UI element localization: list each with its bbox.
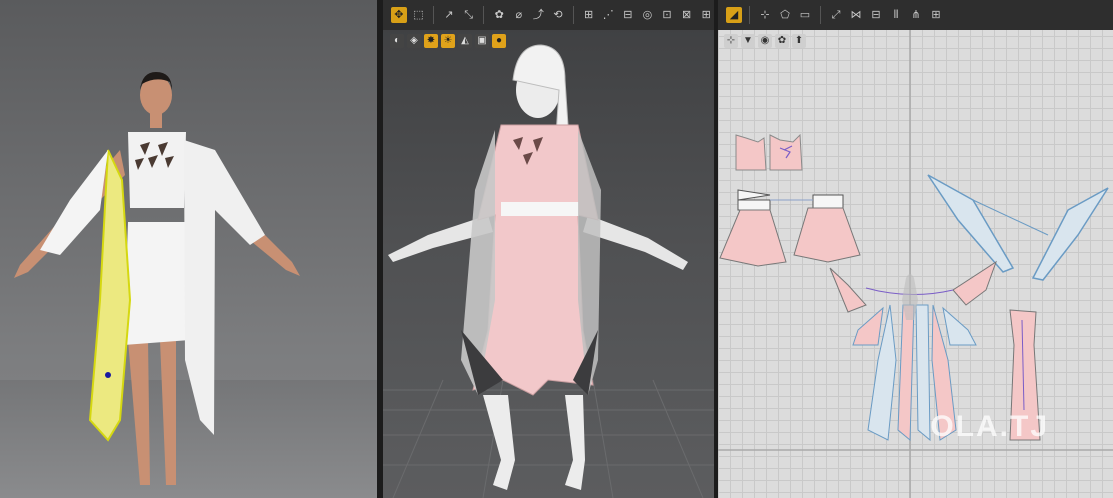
camera-icon[interactable]: ◭	[458, 34, 472, 48]
tack-icon[interactable]: ✿	[491, 7, 507, 23]
garment-waistband	[501, 202, 579, 216]
render-icon[interactable]: ▣	[475, 34, 489, 48]
rectangle-icon[interactable]: ▭	[797, 7, 813, 23]
edit-point-icon[interactable]: ↗	[441, 7, 457, 23]
segment-sewing-icon[interactable]: ⊞	[581, 7, 597, 23]
pattern-piece-yoke[interactable]	[952, 260, 997, 306]
pattern-piece-bodice-front[interactable]	[735, 134, 767, 171]
trace-icon[interactable]: ⊞	[928, 7, 944, 23]
polygon-icon[interactable]: ⬠	[777, 7, 793, 23]
render-scene	[0, 72, 377, 498]
pattern-piece-skirt-front[interactable]	[719, 209, 787, 267]
pattern-piece-yoke[interactable]	[829, 267, 867, 313]
measure-icon[interactable]: ⊠	[679, 7, 695, 23]
pattern-piece-waistband[interactable]	[737, 199, 771, 211]
subbar-2d: ⊹ ▼ ◉ ✿ ⬆	[724, 32, 806, 50]
edit-pattern-icon[interactable]: ⊹	[757, 7, 773, 23]
lock-icon[interactable]: ✿	[775, 34, 789, 48]
pattern-piece-panel[interactable]	[852, 306, 884, 346]
fit-icon[interactable]: ⊞	[698, 7, 714, 23]
select-pattern-icon[interactable]: ◢	[726, 7, 742, 23]
pin-box-icon[interactable]: ◎	[640, 7, 656, 23]
grid-icon[interactable]: ⊹	[724, 34, 738, 48]
free-sew-icon[interactable]: ⋔	[908, 7, 924, 23]
pattern-piece-skirt-back[interactable]	[793, 207, 861, 263]
floor	[0, 380, 377, 498]
toolbar-2d: ◢ ⊹ ⬠ ▭ ⤢ ⋈ ⊟ ⦀ ⋔ ⊞	[718, 0, 1113, 30]
check-sewing-icon[interactable]: ⊟	[620, 7, 636, 23]
dart-icon[interactable]: ⋈	[848, 7, 864, 23]
transform-icon[interactable]: ⬚	[411, 7, 427, 23]
select-move-icon[interactable]: ✥	[391, 7, 407, 23]
toolbar-3d: ✥ ⬚ ↗ ⤡ ✿ ⌀ ⤴ ⟲ ⊞ ⋰ ⊟ ◎ ⊡ ⊠ ⊞	[383, 0, 714, 30]
texture-icon[interactable]: ◉	[758, 34, 772, 48]
avatar-3d-panel[interactable]	[383, 0, 714, 498]
internal-line-icon[interactable]: ⤢	[828, 7, 844, 23]
simulate-icon[interactable]: ⟲	[550, 7, 566, 23]
garment-top	[128, 132, 186, 208]
settings-icon[interactable]: ●	[492, 34, 506, 48]
pin-icon[interactable]: ⌀	[511, 7, 527, 23]
sewing-view-icon[interactable]: ⬆	[792, 34, 806, 48]
view-avatar-icon[interactable]: ◐	[390, 34, 404, 48]
pattern-piece-waistband[interactable]	[812, 194, 844, 209]
subbar-3d: ◐ ◈ ✸ ☀ ◭ ▣ ●	[390, 32, 506, 50]
avatar-scene	[383, 44, 714, 498]
render-preview-panel[interactable]	[0, 0, 377, 498]
watermark-text: OLA.TJ	[930, 410, 1049, 443]
pattern-view-icon[interactable]: ▼	[741, 34, 755, 48]
seam-allowance-icon[interactable]: ⊟	[868, 7, 884, 23]
segment-sew-icon[interactable]: ⦀	[888, 7, 904, 23]
floor-grid	[383, 379, 714, 498]
pattern-piece-sleeve[interactable]	[1031, 187, 1109, 281]
pattern-2d-panel[interactable]: OLA.TJ	[718, 0, 1113, 498]
selection-point[interactable]	[105, 372, 111, 378]
texture-icon[interactable]: ✸	[424, 34, 438, 48]
garment-skirt	[124, 222, 190, 345]
arrange-icon[interactable]: ⊡	[659, 7, 675, 23]
pattern-canvas	[718, 30, 1113, 498]
pattern-piece-sleeve[interactable]	[927, 174, 1015, 273]
fold-icon[interactable]: ⤴	[531, 7, 547, 23]
pattern-piece-bodice-back[interactable]	[769, 133, 803, 171]
fabric-view-icon[interactable]: ◈	[407, 34, 421, 48]
free-sewing-icon[interactable]: ⋰	[600, 7, 616, 23]
light-icon[interactable]: ☀	[441, 34, 455, 48]
edit-curve-icon[interactable]: ⤡	[461, 7, 477, 23]
